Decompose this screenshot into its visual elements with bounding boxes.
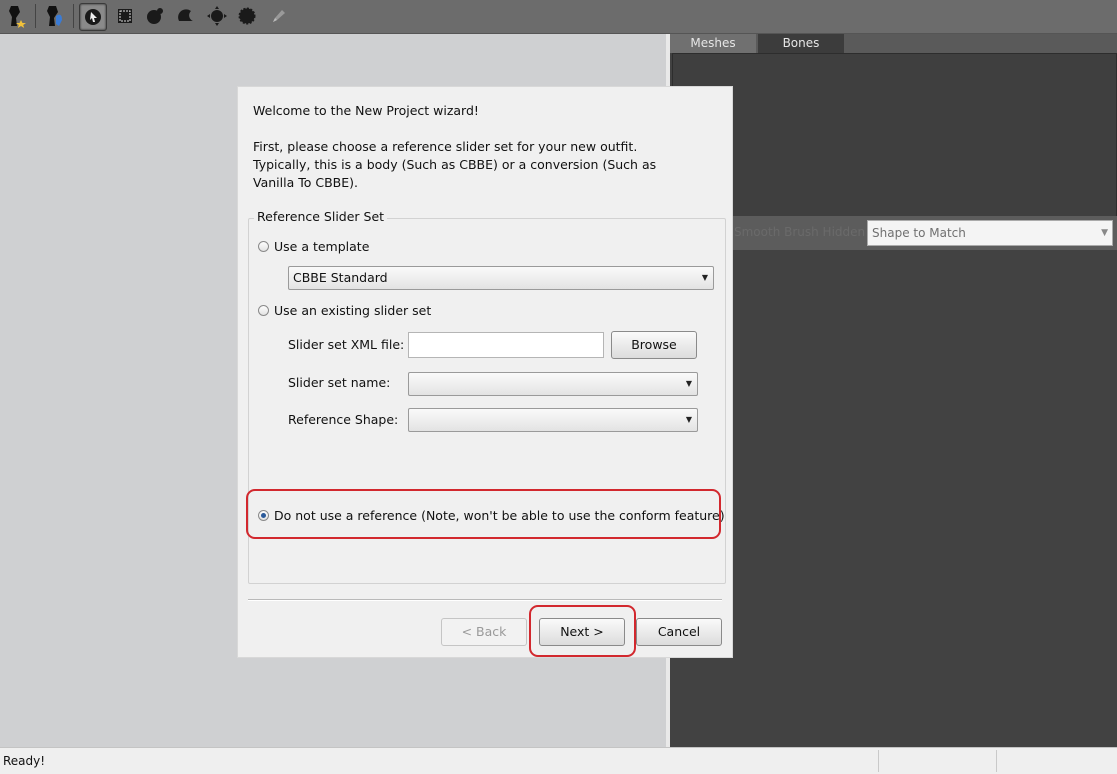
weight-brush-icon[interactable] <box>266 3 292 29</box>
xml-file-label: Slider set XML file: <box>288 337 405 352</box>
move-brush-icon[interactable] <box>204 3 230 29</box>
mesh-list[interactable] <box>672 53 1117 217</box>
deflate-brush-icon[interactable] <box>173 3 199 29</box>
mask-tool-icon[interactable] <box>112 3 138 29</box>
back-button[interactable]: < Back <box>441 618 527 646</box>
new-project-icon[interactable] <box>4 3 30 29</box>
reference-shape-label: Reference Shape: <box>288 412 399 427</box>
intro-line-2: Typically, this is a body (Such as CBBE)… <box>253 157 657 172</box>
select-tool-icon[interactable] <box>79 3 107 31</box>
main-toolbar <box>0 0 1117 34</box>
shape-to-match-select[interactable]: Shape to Match ▼ <box>867 220 1113 246</box>
slider-set-name-select[interactable]: ▼ <box>408 372 698 396</box>
intro-line-1: First, please choose a reference slider … <box>253 139 638 154</box>
load-outfit-icon[interactable] <box>42 3 68 29</box>
highlight-no-reference <box>246 489 721 539</box>
browse-button[interactable]: Browse <box>611 331 697 359</box>
faint-label: Smooth Brush Hidden <box>734 225 866 239</box>
status-bar: Ready! <box>0 747 1117 774</box>
chevron-down-icon: ▼ <box>1101 228 1108 238</box>
tab-bones[interactable]: Bones <box>758 34 844 53</box>
smooth-brush-icon[interactable] <box>234 3 260 29</box>
tab-meshes[interactable]: Meshes <box>670 34 756 53</box>
slider-set-name-label: Slider set name: <box>288 375 391 390</box>
panel-tabs: Meshes Bones <box>670 34 1117 53</box>
new-project-wizard: Welcome to the New Project wizard! First… <box>237 86 733 658</box>
chevron-down-icon: ▼ <box>701 273 708 282</box>
dialog-divider <box>248 599 722 601</box>
radio-use-template[interactable] <box>258 241 269 252</box>
chevron-down-icon: ▼ <box>685 379 692 388</box>
right-panel: Meshes Bones Smooth Brush Hidden Shape t… <box>670 34 1117 747</box>
option-template-label[interactable]: Use a template <box>274 239 369 254</box>
radio-use-existing[interactable] <box>258 305 269 316</box>
shape-to-match-placeholder: Shape to Match <box>872 226 966 240</box>
welcome-text: Welcome to the New Project wizard! <box>253 103 479 118</box>
status-text: Ready! <box>3 754 46 768</box>
toolbar-separator <box>35 4 36 28</box>
cancel-button[interactable]: Cancel <box>636 618 722 646</box>
template-value: CBBE Standard <box>293 270 388 285</box>
reference-shape-select[interactable]: ▼ <box>408 408 698 432</box>
intro-line-3: Vanilla To CBBE). <box>253 175 358 190</box>
toolbar-separator <box>73 4 74 28</box>
inflate-brush-icon[interactable] <box>142 3 168 29</box>
shape-match-row: Smooth Brush Hidden Shape to Match ▼ <box>670 216 1117 250</box>
template-select[interactable]: CBBE Standard ▼ <box>288 266 714 290</box>
status-separator <box>996 750 997 772</box>
chevron-down-icon: ▼ <box>685 415 692 424</box>
xml-file-input[interactable] <box>408 332 604 358</box>
option-existing-label[interactable]: Use an existing slider set <box>274 303 431 318</box>
highlight-next-button <box>529 605 636 657</box>
status-separator <box>878 750 879 772</box>
group-title: Reference Slider Set <box>254 209 388 224</box>
